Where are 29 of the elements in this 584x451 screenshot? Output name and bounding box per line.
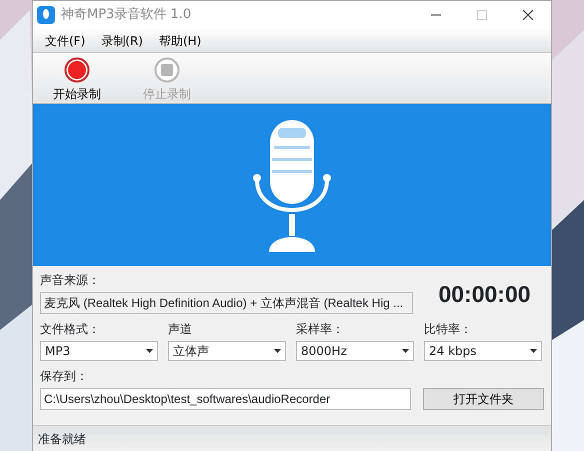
record-icon [64,57,90,83]
menu-item[interactable]: 帮助(H) [152,32,208,50]
window-title: 神奇MP3录音软件 1.0 [61,6,192,24]
dropdown[interactable]: 8000Hz [296,341,414,361]
save-path-field[interactable]: C:\Users\zhou\Desktop\test_softwares\audioRecorder [40,388,412,410]
dropdown-arrow-icon [274,349,281,353]
source-field[interactable]: 麦克风 (Realtek High Definition Audio) + 立体声混音 (Realtek Hig ... [40,292,413,314]
setting-label: 声道 [168,321,193,338]
menu-item[interactable]: 文件(F) [39,32,92,50]
status-text: 准备就绪 [38,430,86,448]
dropdown-arrow-icon [530,349,537,353]
close-icon[interactable] [523,10,533,20]
dropdown[interactable]: 24 kbps [424,341,542,361]
setting-label: 采样率： [296,321,345,338]
open-folder-button[interactable]: 打开文件夹 [423,388,544,410]
toolbar-button[interactable]: 开始录制 [47,53,107,103]
dropdown-arrow-icon [146,349,153,353]
setting-label: 比特率： [424,321,473,338]
dropdown-arrow-icon [402,349,409,353]
dropdown[interactable]: 立体声 [168,341,286,361]
save-label: 保存到： [40,368,89,385]
stop-icon [154,57,180,83]
timer-display: 00:00:00 [437,280,532,309]
app-icon [37,6,55,24]
source-label: 声音来源： [40,272,101,289]
microphone-icon [251,118,333,252]
menu-item[interactable]: 录制(R) [95,32,149,50]
dropdown[interactable]: MP3 [40,341,158,361]
setting-label: 文件格式： [40,321,101,338]
